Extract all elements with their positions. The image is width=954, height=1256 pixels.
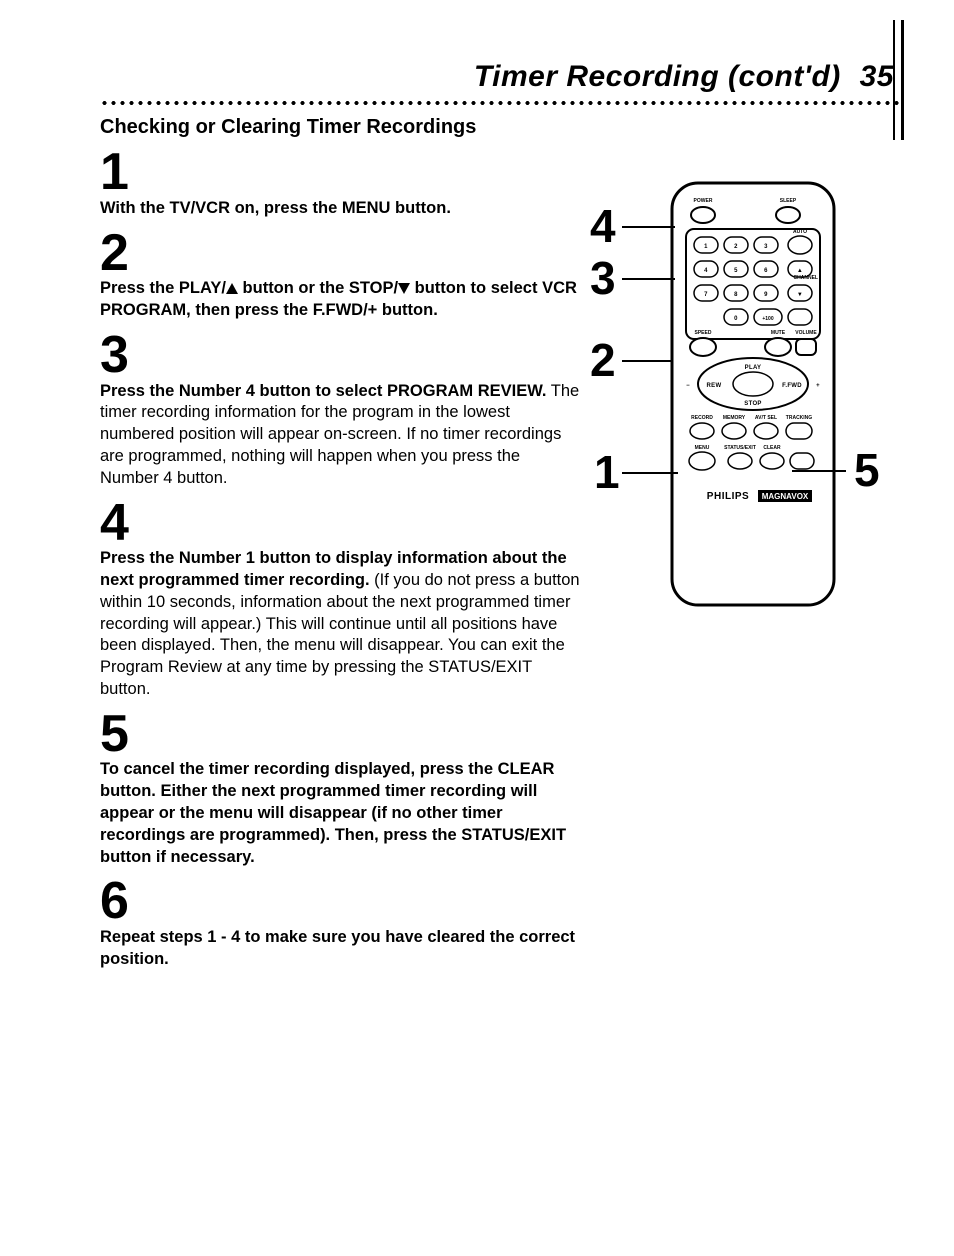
header-dots-divider — [100, 100, 904, 106]
step-number: 5 — [100, 711, 580, 758]
svg-text:VOLUME: VOLUME — [795, 330, 817, 336]
step-bold: Press the Number 4 button to select PROG… — [100, 382, 547, 400]
svg-text:MEMORY: MEMORY — [723, 415, 746, 421]
svg-text:RECORD: RECORD — [691, 415, 713, 421]
svg-text:6: 6 — [764, 268, 768, 274]
remote-svg: POWER SLEEP 1 2 3 AUTO — [668, 179, 838, 609]
step-rest: (If you do not press a button within 10 … — [100, 571, 580, 698]
svg-text:▼: ▼ — [797, 292, 803, 298]
manual-page: Timer Recording (cont'd) 35 Checking or … — [0, 0, 954, 1256]
svg-text:TRACKING: TRACKING — [786, 415, 812, 421]
svg-text:F.FWD: F.FWD — [782, 383, 802, 389]
svg-text:PLAY: PLAY — [745, 365, 762, 371]
step-number: 2 — [100, 230, 580, 277]
svg-text:MAGNAVOX: MAGNAVOX — [762, 492, 809, 501]
remote-illustration: 4 3 2 1 5 POWER SLEEP — [598, 179, 918, 609]
svg-text:MUTE: MUTE — [771, 330, 786, 336]
svg-text:AUTO: AUTO — [793, 229, 807, 235]
callout-5: 5 — [854, 447, 880, 493]
svg-text:1: 1 — [704, 244, 708, 250]
step-number: 4 — [100, 500, 580, 547]
callout-1: 1 — [594, 449, 620, 495]
step-3: 3 Press the Number 4 button to select PR… — [100, 332, 580, 490]
svg-text:SPEED: SPEED — [695, 330, 712, 336]
svg-text:3: 3 — [764, 244, 768, 250]
svg-text:7: 7 — [704, 292, 708, 298]
svg-text:PHILIPS: PHILIPS — [707, 491, 749, 502]
svg-text:9: 9 — [764, 292, 768, 298]
svg-text:CLEAR: CLEAR — [763, 445, 781, 451]
header-title: Timer Recording (cont'd) — [474, 60, 841, 93]
illustration-column: 4 3 2 1 5 POWER SLEEP — [598, 139, 918, 609]
page-number: 35 — [860, 60, 894, 93]
svg-text:CHANNEL: CHANNEL — [794, 275, 818, 281]
svg-text:POWER: POWER — [694, 198, 713, 204]
step-number: 6 — [100, 878, 580, 925]
svg-text:+: + — [816, 383, 820, 389]
page-edge-rule — [901, 20, 904, 140]
step-1: 1 With the TV/VCR on, press the MENU but… — [100, 149, 580, 220]
down-triangle-icon — [398, 283, 410, 294]
step-bold: With the TV/VCR on, press the MENU butto… — [100, 199, 451, 217]
svg-text:+100: +100 — [762, 316, 773, 322]
svg-text:0: 0 — [734, 316, 738, 322]
page-header: Timer Recording (cont'd) 35 — [100, 60, 904, 94]
svg-text:−: − — [686, 383, 690, 389]
svg-text:▲: ▲ — [797, 268, 803, 274]
step-5: 5 To cancel the timer recording displaye… — [100, 711, 580, 869]
svg-text:AV/T SEL: AV/T SEL — [755, 415, 777, 421]
svg-text:SLEEP: SLEEP — [780, 198, 797, 204]
svg-text:STATUS/EXIT: STATUS/EXIT — [724, 445, 756, 451]
step-4: 4 Press the Number 1 button to display i… — [100, 500, 580, 701]
svg-text:2: 2 — [734, 244, 738, 250]
step-bold: Repeat steps 1 - 4 to make sure you have… — [100, 928, 575, 968]
svg-text:STOP: STOP — [744, 401, 761, 407]
up-triangle-icon — [226, 283, 238, 294]
step-bold: To cancel the timer recording displayed,… — [100, 760, 566, 865]
svg-text:8: 8 — [734, 292, 738, 298]
section-title: Checking or Clearing Timer Recordings — [100, 116, 904, 139]
step-6: 6 Repeat steps 1 - 4 to make sure you ha… — [100, 878, 580, 970]
step-number: 1 — [100, 149, 580, 196]
step-bold: Press the PLAY/ button or the STOP/ butt… — [100, 279, 577, 319]
svg-text:REW: REW — [707, 383, 722, 389]
callout-3: 3 — [590, 255, 616, 301]
svg-text:5: 5 — [734, 268, 738, 274]
svg-text:4: 4 — [704, 268, 708, 274]
step-2: 2 Press the PLAY/ button or the STOP/ bu… — [100, 230, 580, 322]
callout-4: 4 — [590, 203, 616, 249]
callout-2: 2 — [590, 337, 616, 383]
steps-column: 1 With the TV/VCR on, press the MENU but… — [100, 139, 580, 971]
step-number: 3 — [100, 332, 580, 379]
svg-text:MENU: MENU — [695, 445, 710, 451]
